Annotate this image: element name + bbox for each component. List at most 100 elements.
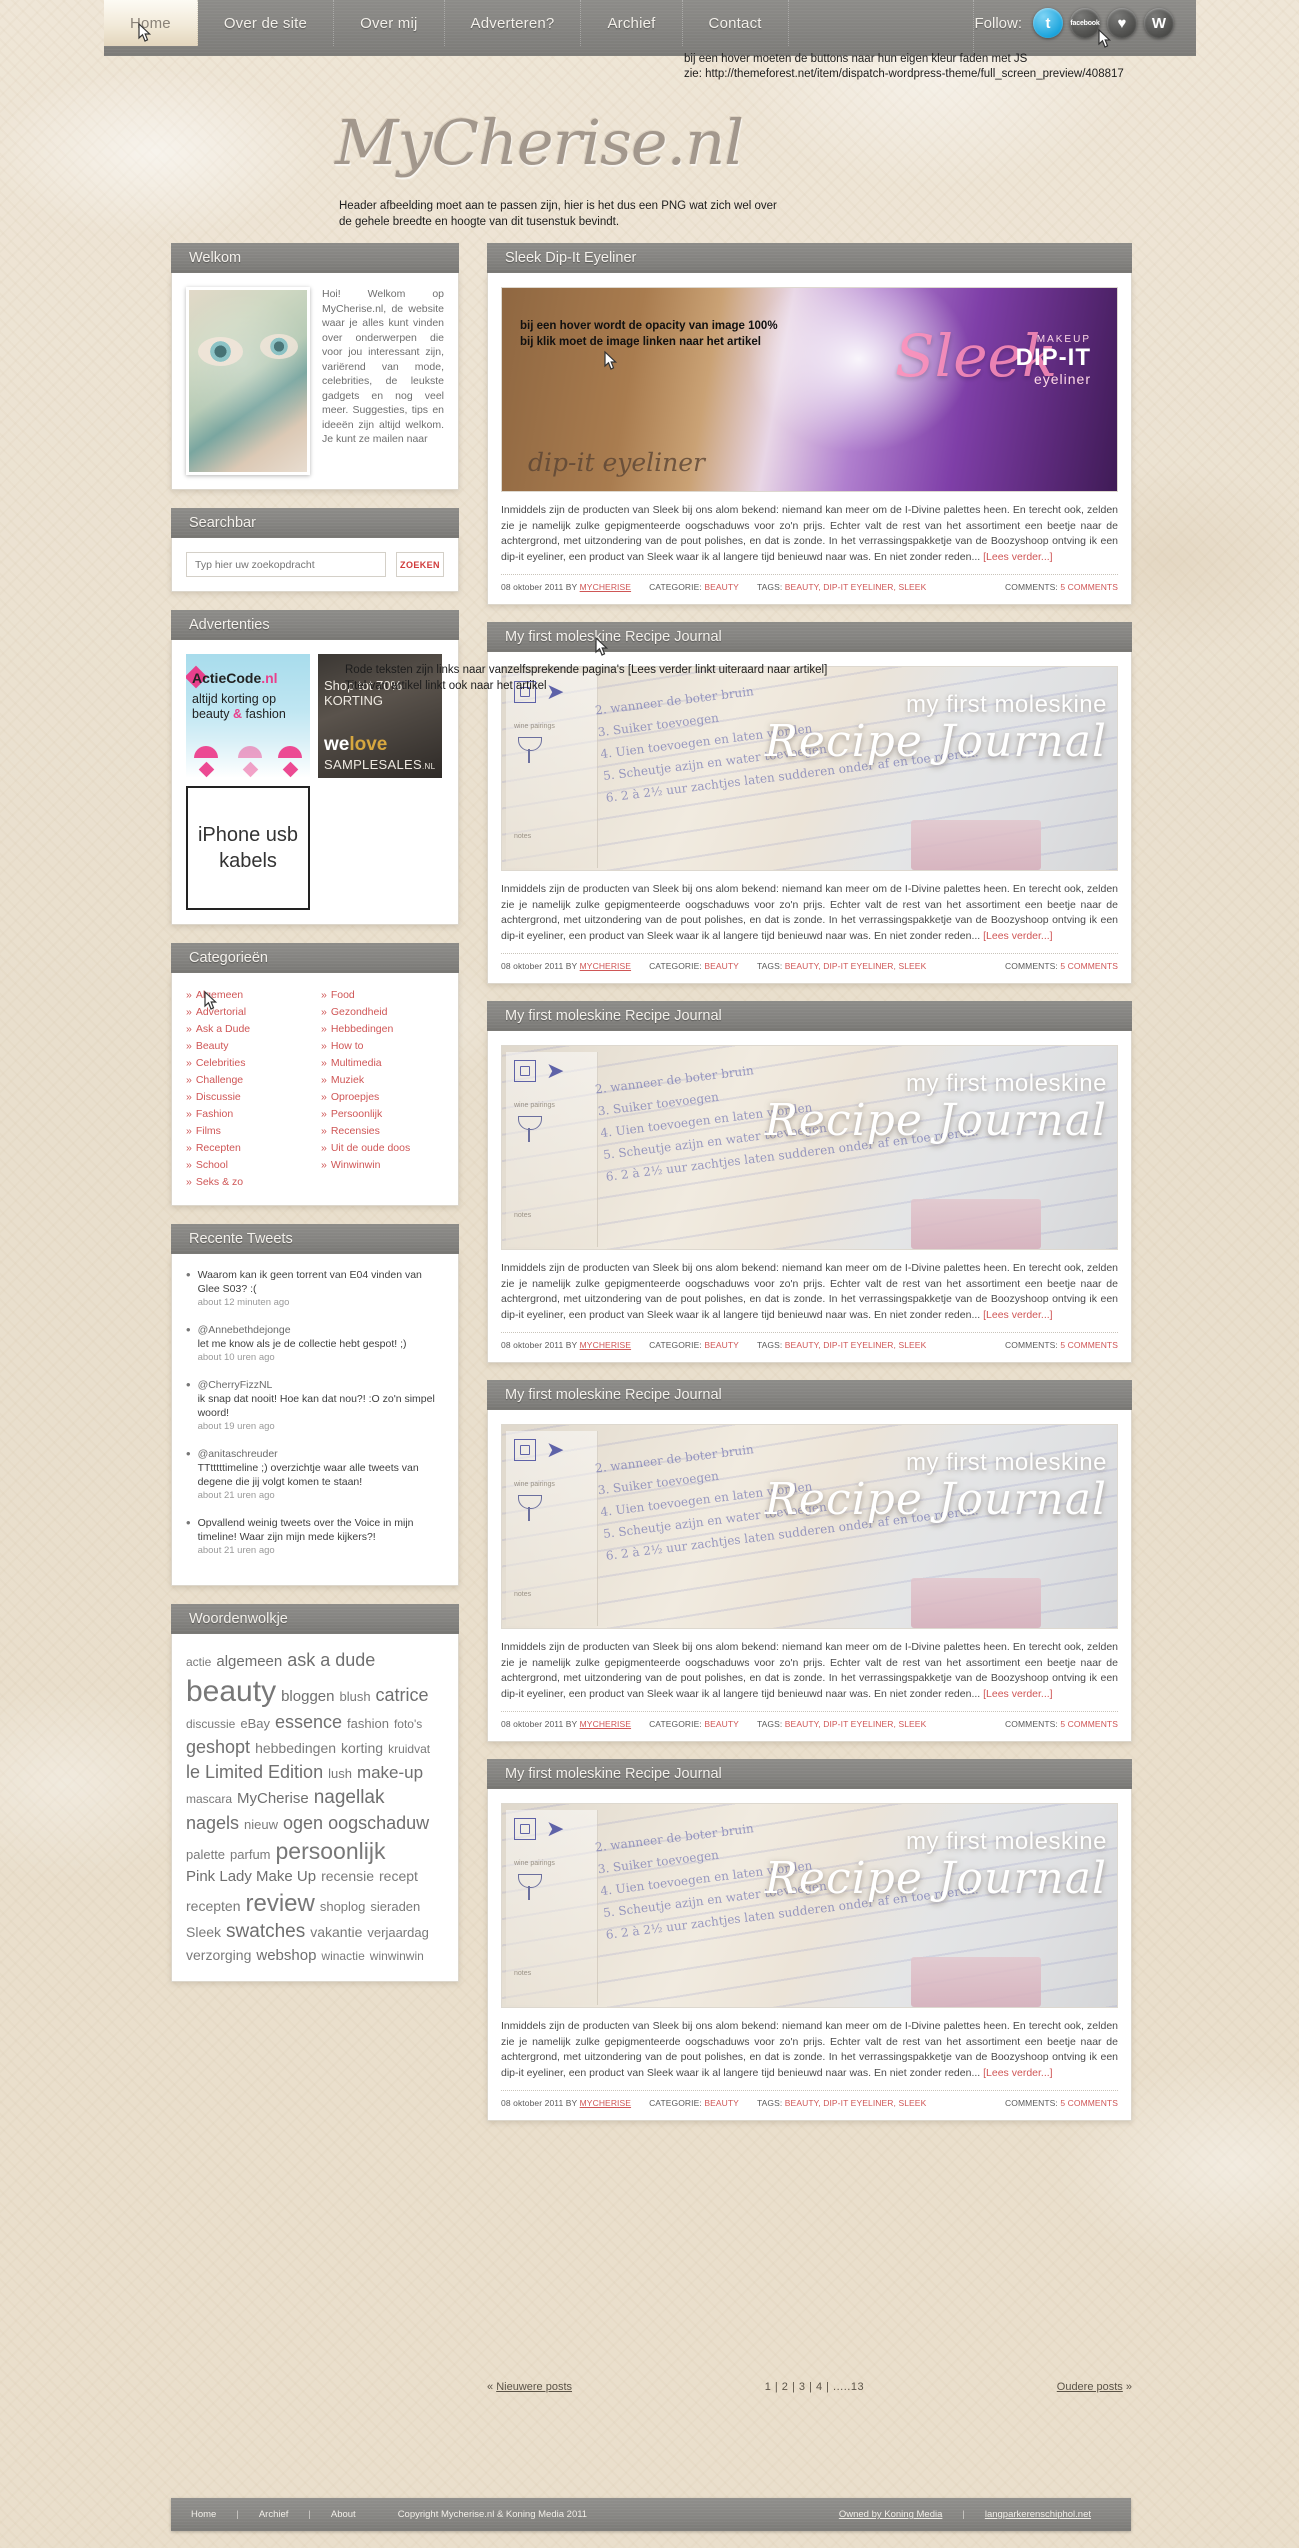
nav-item-home[interactable]: Home (104, 0, 198, 46)
footer-link-partner[interactable]: langparkerenschiphol.net (965, 2509, 1111, 2520)
category-item[interactable]: » How to (321, 1038, 444, 1055)
tag-cloud-item[interactable]: recepten (186, 1896, 240, 1917)
tag-cloud-item[interactable]: blush (339, 1687, 370, 1707)
tweet-handle[interactable]: @Annebethdejonge (198, 1323, 444, 1337)
category-item[interactable]: » Recepten (186, 1140, 309, 1157)
category-item[interactable]: » Challenge (186, 1072, 309, 1089)
category-item[interactable]: » Winwinwin (321, 1157, 444, 1174)
category-item[interactable]: » Gezondheid (321, 1004, 444, 1021)
tag-cloud-item[interactable]: shoplog (320, 1897, 366, 1917)
footer-link-about[interactable]: About (311, 2509, 376, 2520)
category-item[interactable]: » Ask a Dude (186, 1021, 309, 1038)
tag-cloud-item[interactable]: fashion (347, 1714, 389, 1734)
post-comments-link[interactable]: 5 COMMENTS (1060, 1719, 1118, 1729)
pagination-prev[interactable]: « Nieuwere posts (487, 2381, 572, 2393)
tag-cloud-item[interactable]: nagellak (314, 1785, 385, 1811)
tweet-handle[interactable]: @anitaschreuder (198, 1447, 444, 1461)
tag-cloud-item[interactable]: discussie (186, 1715, 235, 1734)
post-category-link[interactable]: BEAUTY (704, 1719, 739, 1729)
tag-cloud-item[interactable]: ogen (283, 1811, 323, 1836)
ad-banner-iphone-usb[interactable]: iPhone usb kabels (186, 786, 310, 910)
tag-cloud-item[interactable]: nagels (186, 1811, 239, 1836)
tag-cloud-item[interactable]: lush (328, 1764, 352, 1784)
tag-cloud-item[interactable]: le Limited Edition (186, 1760, 323, 1785)
tag-cloud-item[interactable]: hebbedingen (255, 1738, 336, 1759)
category-item[interactable]: » Beauty (186, 1038, 309, 1055)
category-item[interactable]: » Advertorial (186, 1004, 309, 1021)
tag-cloud-item[interactable]: algemeen (216, 1651, 282, 1673)
category-item[interactable]: » Fashion (186, 1106, 309, 1123)
post-tags-link[interactable]: BEAUTY, DIP-IT EYELINER, SLEEK (785, 2098, 927, 2108)
post-tags-link[interactable]: BEAUTY, DIP-IT EYELINER, SLEEK (785, 1719, 927, 1729)
post-author-link[interactable]: MYCHERISE (580, 2098, 631, 2108)
category-item[interactable]: » Food (321, 987, 444, 1004)
tag-cloud-item[interactable]: palette (186, 1845, 225, 1865)
post-tags-link[interactable]: BEAUTY, DIP-IT EYELINER, SLEEK (785, 582, 927, 592)
tag-cloud-item[interactable]: mascara (186, 1790, 232, 1809)
post-thumbnail[interactable]: ➤ wine pairings notes 2. wanneer de boter b… (501, 1803, 1118, 2008)
pagination-next[interactable]: Oudere posts » (1057, 2381, 1132, 2393)
post-category-link[interactable]: BEAUTY (704, 1340, 739, 1350)
tag-cloud-item[interactable]: persoonlijk (276, 1836, 386, 1866)
category-item[interactable]: » Recensies (321, 1123, 444, 1140)
search-submit-button[interactable]: ZOEKEN (396, 552, 444, 577)
pagination-numbers[interactable]: 1 | 2 | 3 | 4 | .....13 (765, 2381, 864, 2393)
tag-cloud-item[interactable]: actie (186, 1653, 211, 1672)
ad-banner-actiecode[interactable]: ActieCode.nl altijd korting op beauty & f… (186, 654, 310, 778)
tweet-handle[interactable]: @CherryFizzNL (198, 1378, 444, 1392)
post-author-link[interactable]: MYCHERISE (580, 1340, 631, 1350)
post-category-link[interactable]: BEAUTY (704, 582, 739, 592)
heart-icon[interactable]: ♥ (1107, 8, 1137, 38)
category-item[interactable]: » Oproepjes (321, 1089, 444, 1106)
wordpress-icon[interactable]: W (1144, 8, 1174, 38)
category-item[interactable]: » Muziek (321, 1072, 444, 1089)
tag-cloud-item[interactable]: swatches (226, 1919, 305, 1945)
nav-item-over-mij[interactable]: Over mij (334, 0, 445, 46)
tag-cloud-item[interactable]: geshopt (186, 1735, 250, 1760)
category-item[interactable]: » Discussie (186, 1089, 309, 1106)
tag-cloud-item[interactable]: Pink Lady Make Up (186, 1866, 316, 1888)
category-item[interactable]: » Films (186, 1123, 309, 1140)
post-author-link[interactable]: MYCHERISE (580, 582, 631, 592)
category-item[interactable]: » Hebbedingen (321, 1021, 444, 1038)
post-comments-link[interactable]: 5 COMMENTS (1060, 582, 1118, 592)
tag-cloud-item[interactable]: winactie (321, 1947, 364, 1966)
facebook-icon[interactable]: facebook (1070, 8, 1100, 38)
category-item[interactable]: » Celebrities (186, 1055, 309, 1072)
read-more-link[interactable]: [Lees verder...] (983, 1688, 1052, 1700)
nav-item-adverteren[interactable]: Adverteren? (445, 0, 582, 46)
tag-cloud-item[interactable]: recept (379, 1866, 418, 1887)
category-item[interactable]: » School (186, 1157, 309, 1174)
nav-item-archief[interactable]: Archief (581, 0, 683, 46)
post-title[interactable]: My first moleskine Recipe Journal (487, 1380, 1132, 1410)
footer-link-owned-by[interactable]: Owned by Koning Media (819, 2509, 963, 2520)
tag-cloud-item[interactable]: korting (341, 1738, 383, 1759)
post-category-link[interactable]: BEAUTY (704, 2098, 739, 2108)
twitter-icon[interactable]: t (1033, 8, 1063, 38)
tag-cloud-item[interactable]: winwinwin (370, 1947, 424, 1966)
post-comments-link[interactable]: 5 COMMENTS (1060, 1340, 1118, 1350)
read-more-link[interactable]: [Lees verder...] (983, 551, 1052, 563)
tag-cloud-item[interactable]: verzorging (186, 1945, 251, 1966)
tag-cloud-item[interactable]: parfum (230, 1845, 270, 1865)
tag-cloud-item[interactable]: make-up (357, 1761, 423, 1785)
tag-cloud-item[interactable]: foto's (394, 1715, 422, 1734)
category-item[interactable]: » Multimedia (321, 1055, 444, 1072)
post-comments-link[interactable]: 5 COMMENTS (1060, 961, 1118, 971)
post-tags-link[interactable]: BEAUTY, DIP-IT EYELINER, SLEEK (785, 961, 927, 971)
site-logo[interactable]: MyCherise.nl (335, 95, 744, 190)
post-thumbnail[interactable]: ➤ wine pairings notes 2. wanneer de boter b… (501, 1424, 1118, 1629)
nav-item-over-de-site[interactable]: Over de site (198, 0, 335, 46)
post-title[interactable]: My first moleskine Recipe Journal (487, 1001, 1132, 1031)
post-tags-link[interactable]: BEAUTY, DIP-IT EYELINER, SLEEK (785, 1340, 927, 1350)
tag-cloud-item[interactable]: bloggen (281, 1686, 334, 1708)
tag-cloud-item[interactable]: webshop (256, 1945, 316, 1967)
post-thumbnail[interactable]: ➤ wine pairings notes 2. wanneer de boter b… (501, 666, 1118, 871)
tag-cloud-item[interactable]: MyCherise (237, 1788, 309, 1810)
search-input[interactable] (186, 552, 386, 577)
category-item[interactable]: » Persoonlijk (321, 1106, 444, 1123)
tag-cloud-item[interactable]: eBay (240, 1714, 270, 1734)
tag-cloud-item[interactable]: beauty (186, 1673, 276, 1710)
post-comments-link[interactable]: 5 COMMENTS (1060, 2098, 1118, 2108)
tag-cloud-item[interactable]: essence (275, 1710, 342, 1735)
